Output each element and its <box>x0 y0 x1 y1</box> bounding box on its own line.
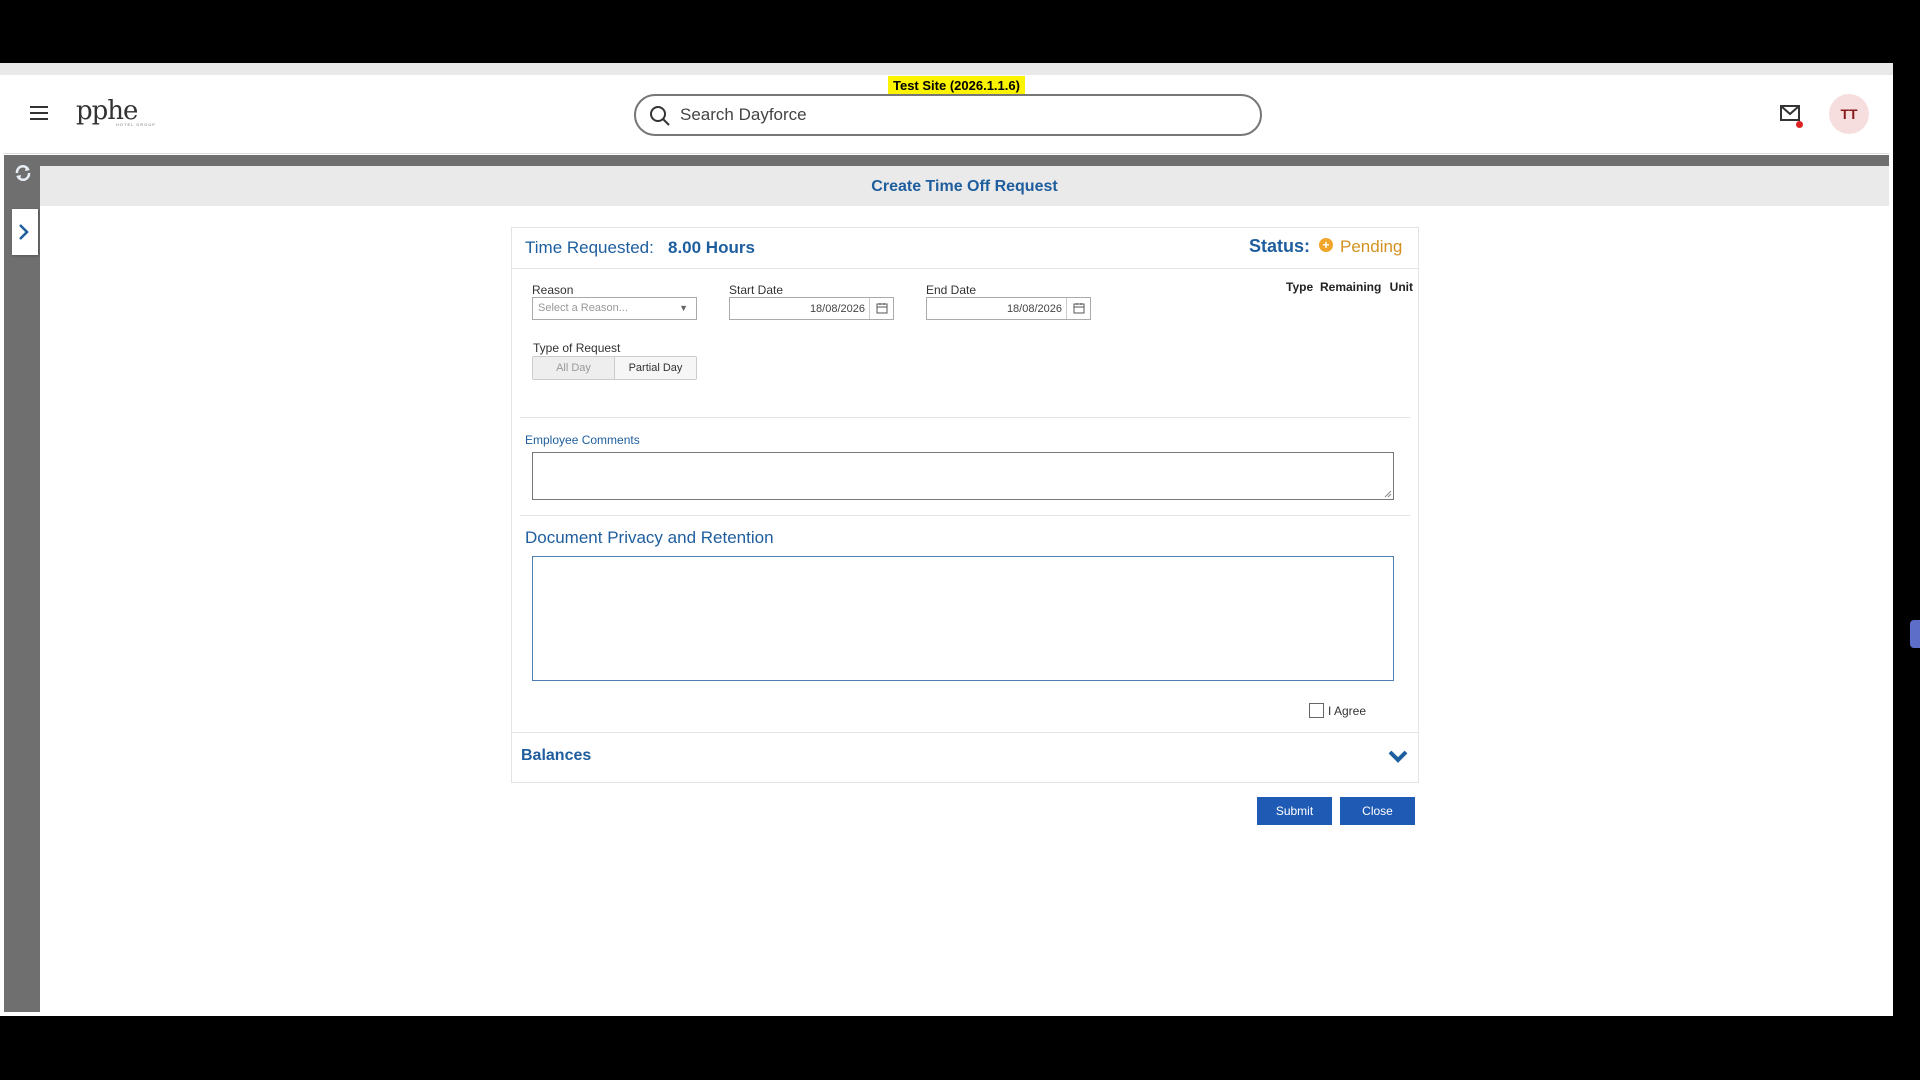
company-logo[interactable]: pphe HOTEL GROUP <box>76 96 156 127</box>
page-title-bar: Create Time Off Request <box>40 166 1889 206</box>
calendar-icon[interactable] <box>1066 298 1090 319</box>
search-box[interactable] <box>634 94 1262 136</box>
calendar-icon[interactable] <box>869 298 893 319</box>
column-header-type: Type <box>1286 280 1314 294</box>
expand-panel-button[interactable] <box>12 209 38 255</box>
column-header-remaining: Remaining <box>1320 280 1382 294</box>
plus-circle-icon: + <box>1319 238 1333 252</box>
document-privacy-label: Document Privacy and Retention <box>525 528 774 547</box>
left-rail <box>4 155 40 1012</box>
start-date-value: 18/08/2026 <box>809 303 865 315</box>
reason-label: Reason <box>532 283 574 297</box>
time-requested-value: 8.00 Hours <box>668 238 755 257</box>
column-header-unit: Unit <box>1389 280 1413 294</box>
status-badge: Pending <box>1340 237 1403 256</box>
avatar[interactable]: TT <box>1829 94 1869 134</box>
letterbox-bottom <box>0 1016 1920 1080</box>
resize-grip-icon[interactable] <box>1383 489 1392 498</box>
reason-placeholder: Select a Reason... <box>538 302 628 314</box>
notification-dot <box>1796 121 1803 128</box>
top-navigation-bar: ppheHOTEL GROUP Test Site (2026.1.1.6) T… <box>4 75 1889 154</box>
hamburger-menu-icon[interactable] <box>30 106 48 120</box>
balances-section-header[interactable]: Balances <box>512 732 1418 782</box>
main-content: Time Requested: 8.00 Hours Status: + Pen… <box>40 206 1889 1012</box>
divider <box>520 515 1410 516</box>
status-label: Status: <box>1249 236 1311 256</box>
end-date-field[interactable]: 18/08/2026 <box>926 297 1091 320</box>
divider <box>520 417 1410 418</box>
chevron-right-icon <box>19 224 29 240</box>
browser-toolbar <box>0 63 1893 75</box>
search-icon <box>650 106 670 126</box>
search-input[interactable] <box>680 104 1240 126</box>
document-privacy-content[interactable] <box>532 556 1394 681</box>
submit-button[interactable]: Submit <box>1257 797 1332 825</box>
time-off-request-form: Time Requested: 8.00 Hours Status: + Pen… <box>511 227 1419 783</box>
divider <box>512 268 1418 269</box>
page-title: Create Time Off Request <box>871 178 1058 195</box>
time-requested-label: Time Requested: <box>525 238 654 257</box>
dropdown-arrow-icon: ▼ <box>679 303 688 313</box>
all-day-option[interactable]: All Day <box>533 357 615 379</box>
close-button[interactable]: Close <box>1340 797 1415 825</box>
agree-label: I Agree <box>1328 703 1367 718</box>
type-of-request-toggle: All Day Partial Day <box>532 356 697 380</box>
chevron-down-icon <box>1388 750 1408 763</box>
end-date-label: End Date <box>926 283 977 297</box>
start-date-field[interactable]: 18/08/2026 <box>729 297 894 320</box>
agree-checkbox[interactable] <box>1309 703 1324 718</box>
header-divider <box>4 155 1889 166</box>
agree-checkbox-row[interactable]: I Agree <box>1309 703 1366 718</box>
mail-icon[interactable] <box>1780 105 1803 128</box>
employee-comments-label: Employee Comments <box>525 433 640 447</box>
refresh-icon[interactable] <box>14 164 32 182</box>
start-date-label: Start Date <box>729 283 784 297</box>
side-feedback-tab[interactable] <box>1910 620 1920 648</box>
partial-day-option[interactable]: Partial Day <box>615 357 696 379</box>
type-of-request-label: Type of Request <box>533 341 621 355</box>
test-site-badge: Test Site (2026.1.1.6) <box>888 76 1025 95</box>
reason-dropdown[interactable]: Select a Reason... ▼ <box>532 297 697 320</box>
end-date-value: 18/08/2026 <box>1006 303 1062 315</box>
balances-label: Balances <box>521 747 592 764</box>
employee-comments-field[interactable] <box>532 452 1394 500</box>
logo-subtext: HOTEL GROUP <box>116 122 156 127</box>
